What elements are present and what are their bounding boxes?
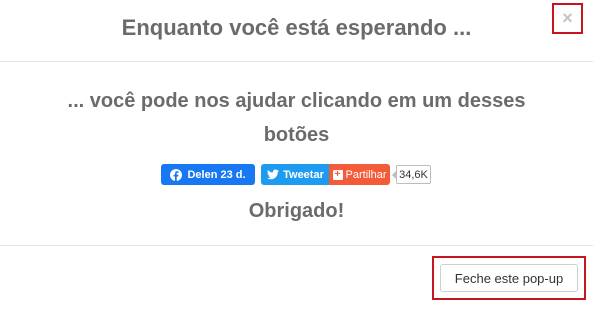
plus-icon: + xyxy=(332,169,343,180)
share-button[interactable]: + Partilhar xyxy=(329,164,390,185)
modal-message: ... você pode nos ajudar clicando em um … xyxy=(0,84,593,152)
tweet-button[interactable]: Tweetar xyxy=(261,164,330,185)
facebook-label: Delen 23 d. xyxy=(187,168,246,181)
modal-header: Enquanto você está esperando ... × xyxy=(0,0,593,62)
modal-footer: Feche este pop-up xyxy=(0,245,593,309)
facebook-icon xyxy=(170,168,183,181)
twitter-label: Tweetar xyxy=(283,168,324,181)
close-icon[interactable]: × xyxy=(552,3,583,34)
modal-title: Enquanto você está esperando ... xyxy=(121,15,472,40)
message-line-1: ... você pode nos ajudar clicando em um … xyxy=(67,90,526,112)
popup-modal: Enquanto você está esperando ... × ... v… xyxy=(0,0,593,308)
share-label: Partilhar xyxy=(345,168,387,181)
close-popup-button[interactable]: Feche este pop-up xyxy=(440,264,578,292)
message-line-2: botões xyxy=(263,124,330,146)
share-count: 34,6K xyxy=(392,165,431,184)
close-button-highlight: Feche este pop-up xyxy=(432,256,586,300)
twitter-icon xyxy=(267,169,280,180)
thanks-text: Obrigado! xyxy=(248,200,345,222)
facebook-share-button[interactable]: Delen 23 d. xyxy=(161,164,255,185)
